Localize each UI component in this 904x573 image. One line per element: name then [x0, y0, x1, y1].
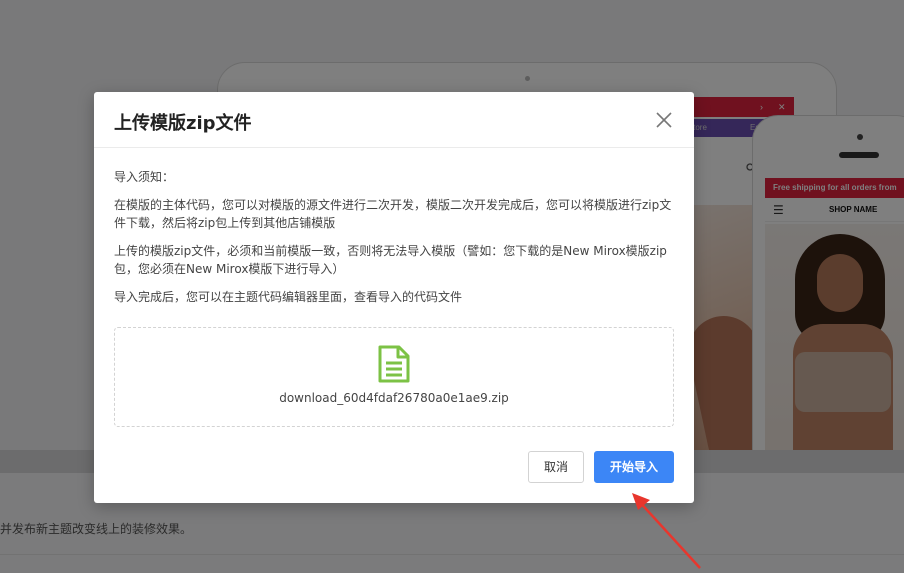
notice-paragraph: 在模版的主体代码，您可以对模版的源文件进行二次开发，模版二次开发完成后，您可以将…: [114, 198, 672, 230]
start-import-button[interactable]: 开始导入: [594, 451, 674, 483]
uploaded-file-name: download_60d4fdaf26780a0e1ae9.zip: [279, 391, 509, 405]
annotation-arrow-icon: [632, 493, 701, 569]
notice-heading: 导入须知：: [114, 170, 175, 184]
notice-paragraph: 导入完成后，您可以在主题代码编辑器里面，查看导入的代码文件: [114, 290, 463, 304]
close-icon: [656, 112, 672, 128]
cancel-button[interactable]: 取消: [528, 451, 584, 483]
notice-paragraph: 上传的模版zip文件，必须和当前模版一致，否则将无法导入模版（譬如：您下载的是N…: [114, 244, 667, 276]
dialog-title: 上传模版zip文件: [114, 113, 252, 134]
dialog-header: 上传模版zip文件: [94, 92, 694, 148]
file-upload-dropzone[interactable]: download_60d4fdaf26780a0e1ae9.zip: [114, 327, 674, 427]
file-document-icon: [378, 345, 410, 383]
import-notice: 导入须知： 在模版的主体代码，您可以对模版的源文件进行二次开发，模版二次开发完成…: [114, 168, 680, 316]
upload-template-dialog: 上传模版zip文件 导入须知： 在模版的主体代码，您可以对模版的源文件进行二次开…: [94, 92, 694, 503]
close-button[interactable]: [654, 110, 674, 130]
